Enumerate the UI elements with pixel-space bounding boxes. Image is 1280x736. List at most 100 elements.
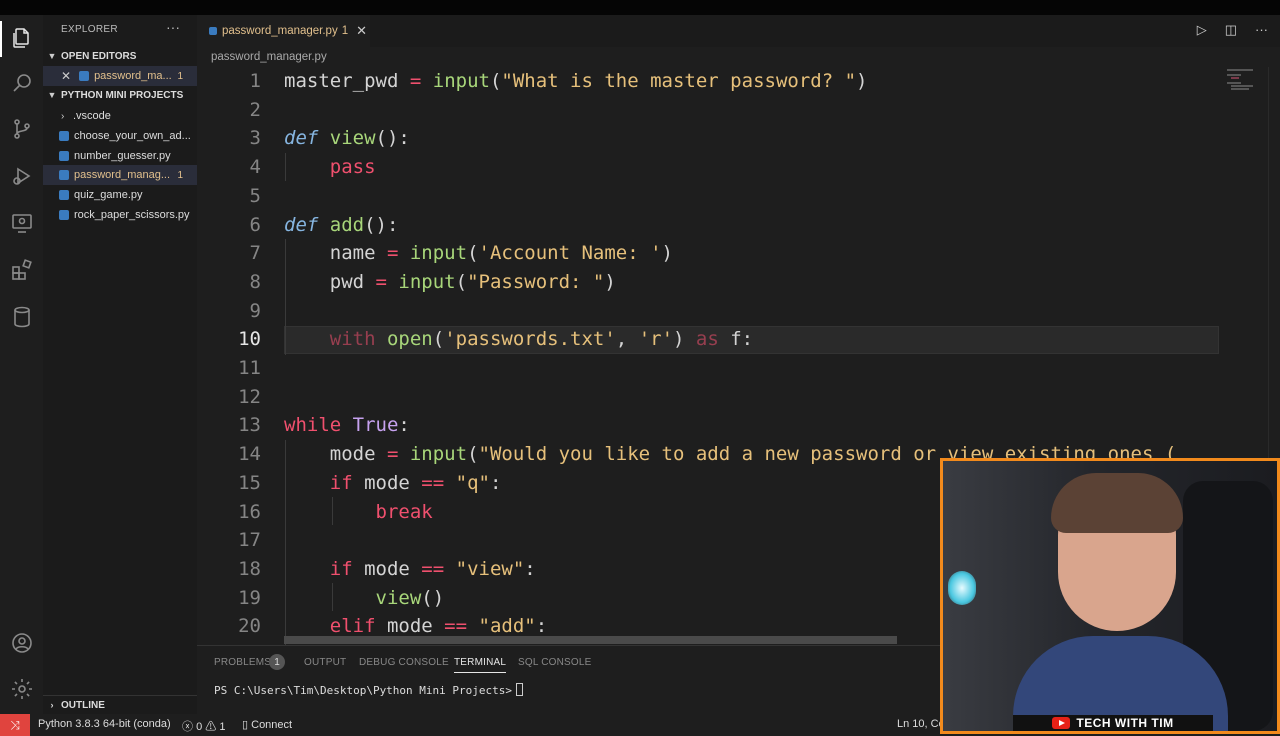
terminal-cursor xyxy=(516,683,524,696)
error-count: 0 xyxy=(196,721,203,733)
line-number: 18 xyxy=(238,557,261,580)
open-editor-item[interactable]: ✕ password_ma... 1 xyxy=(43,66,197,86)
python-file-icon xyxy=(59,170,69,180)
line-number: 8 xyxy=(249,270,261,293)
project-label: PYTHON MINI PROJECTS xyxy=(61,89,184,101)
line-number: 13 xyxy=(238,414,261,437)
file-name: rock_paper_scissors.py xyxy=(74,209,190,221)
close-icon[interactable]: ✕ xyxy=(61,69,71,83)
folder-name: .vscode xyxy=(73,110,111,122)
webcam-overlay: TECH WITH TIM xyxy=(940,458,1280,734)
editor-actions: ▷ ◫ ··· xyxy=(1197,22,1268,38)
problems-status[interactable]: ⓧ 0 ⚠ 1 xyxy=(182,718,225,734)
line-number: 14 xyxy=(238,443,261,466)
editor-tab-bar: password_manager.py 1 ✕ ▷ ◫ ··· xyxy=(197,15,1280,47)
project-section[interactable]: ▼ PYTHON MINI PROJECTS xyxy=(43,86,197,104)
code-line: if mode == "q": xyxy=(329,471,502,494)
line-number-gutter: 1 2 3 4 5 6 7 8 9 10 11 12 13 14 15 16 1… xyxy=(197,67,267,645)
connect-status[interactable]: ▯ Connect xyxy=(242,718,292,731)
extensions-icon[interactable] xyxy=(9,257,35,283)
line-number: 1 xyxy=(249,70,261,92)
python-file-icon xyxy=(59,131,69,141)
file-item[interactable]: rock_paper_scissors.py xyxy=(43,205,197,225)
remote-indicator-icon[interactable]: ⤨ xyxy=(0,714,30,736)
open-editors-section[interactable]: ▼ OPEN EDITORS xyxy=(43,47,197,65)
line-number: 15 xyxy=(238,471,261,494)
editor-tab-password-manager[interactable]: password_manager.py 1 ✕ xyxy=(197,15,370,47)
file-item[interactable]: number_guesser.py xyxy=(43,146,197,166)
explorer-icon[interactable] xyxy=(9,25,35,51)
chevron-down-icon: ▼ xyxy=(47,90,57,100)
file-item[interactable]: quiz_game.py xyxy=(43,185,197,205)
channel-banner: TECH WITH TIM xyxy=(1013,715,1213,731)
line-number: 19 xyxy=(238,586,261,609)
activity-bar xyxy=(0,15,43,714)
database-icon[interactable] xyxy=(9,304,35,330)
python-file-icon xyxy=(209,27,217,35)
python-file-icon xyxy=(59,190,69,200)
webcam-lamp xyxy=(948,571,976,605)
line-number: 5 xyxy=(249,184,261,207)
line-number: 7 xyxy=(249,242,261,265)
code-line: master_pwd = input("What is the master p… xyxy=(284,70,868,92)
line-number: 11 xyxy=(238,357,261,379)
terminal-prompt[interactable]: PS C:\Users\Tim\Desktop\Python Mini Proj… xyxy=(214,683,524,697)
python-file-icon xyxy=(59,210,69,220)
breadcrumb-file[interactable]: password_manager.py xyxy=(211,51,327,63)
more-actions-icon[interactable]: ··· xyxy=(1255,22,1268,38)
settings-gear-icon[interactable] xyxy=(9,676,35,702)
file-name: number_guesser.py xyxy=(74,150,171,162)
open-editor-name: password_ma... xyxy=(94,70,172,82)
run-debug-icon[interactable] xyxy=(9,163,35,189)
split-editor-icon[interactable]: ◫ xyxy=(1225,22,1237,38)
run-icon[interactable]: ▷ xyxy=(1197,22,1207,38)
search-icon[interactable] xyxy=(9,70,35,96)
file-name: choose_your_own_ad... xyxy=(74,130,191,142)
channel-name: TECH WITH TIM xyxy=(1076,716,1174,730)
minimap-preview xyxy=(1227,69,1253,90)
tab-output[interactable]: OUTPUT xyxy=(304,657,346,668)
tab-sql-console[interactable]: SQL CONSOLE xyxy=(518,657,592,668)
chevron-right-icon: › xyxy=(61,110,65,122)
error-icon: ⓧ xyxy=(182,721,193,733)
warning-count: 1 xyxy=(219,721,226,733)
folder-item[interactable]: › .vscode xyxy=(43,106,197,126)
file-name: password_manag... xyxy=(74,169,170,181)
python-file-icon xyxy=(79,71,90,81)
file-item-active[interactable]: password_manag... 1 xyxy=(43,165,197,185)
code-line: def add(): xyxy=(284,213,399,236)
problem-count-badge: 1 xyxy=(177,70,183,82)
warning-icon: ⚠ xyxy=(205,721,217,733)
tab-problems[interactable]: PROBLEMS xyxy=(214,657,271,668)
file-item[interactable]: choose_your_own_ad... xyxy=(43,126,197,146)
code-line-current: with open('passwords.txt', 'r') as f: xyxy=(329,328,754,351)
line-number: 2 xyxy=(249,98,261,121)
chevron-right-icon: › xyxy=(50,700,54,710)
line-number: 12 xyxy=(238,385,261,408)
code-line: pwd = input("Password: ") xyxy=(284,270,616,293)
code-line: pass xyxy=(329,156,376,179)
line-number: 9 xyxy=(249,299,261,322)
close-icon[interactable]: ✕ xyxy=(356,23,367,39)
minimap[interactable] xyxy=(1223,67,1268,97)
cursor-position[interactable]: Ln 10, Co xyxy=(897,718,945,730)
python-interpreter[interactable]: Python 3.8.3 64-bit (conda) xyxy=(38,718,171,730)
open-editors-label: OPEN EDITORS xyxy=(61,50,137,62)
remote-explorer-icon[interactable] xyxy=(9,210,35,236)
line-number-current: 10 xyxy=(238,328,261,351)
source-control-icon[interactable] xyxy=(9,116,35,142)
tab-debug-console[interactable]: DEBUG CONSOLE xyxy=(359,657,449,668)
line-number: 17 xyxy=(238,529,261,552)
problems-count-badge: 1 xyxy=(269,654,285,670)
python-file-icon xyxy=(59,151,69,161)
problem-count-badge: 1 xyxy=(177,169,183,181)
more-actions-icon[interactable]: ··· xyxy=(166,19,180,35)
tab-terminal[interactable]: TERMINAL xyxy=(454,657,507,673)
youtube-icon xyxy=(1052,717,1071,729)
account-icon[interactable] xyxy=(9,630,35,656)
breadcrumb[interactable]: password_manager.py xyxy=(197,47,1280,67)
outline-section[interactable]: › OUTLINE xyxy=(43,695,197,714)
code-line: if mode == "view": xyxy=(329,557,536,580)
chevron-down-icon: ▼ xyxy=(47,51,57,61)
horizontal-scrollbar[interactable] xyxy=(284,636,897,644)
